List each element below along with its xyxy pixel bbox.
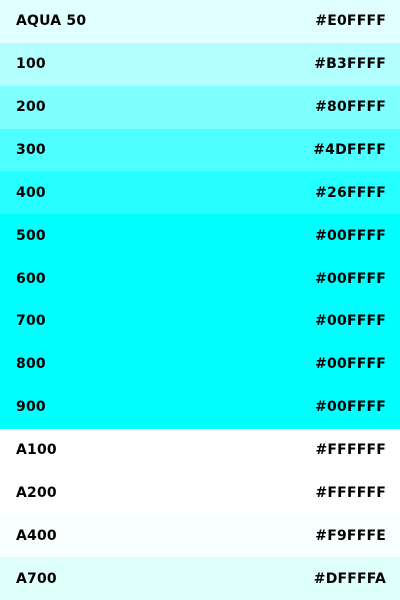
swatch-hex-value: #00FFFF [315,313,386,330]
color-swatch-row: A200 #FFFFFF [0,471,400,515]
swatch-shade-label: AQUA 50 [16,13,87,30]
swatch-shade-label: 800 [16,356,46,373]
color-palette: AQUA 50 #E0FFFF 100 #B3FFFF 200 #80FFFF 300 #4D… [0,0,400,600]
swatch-hex-value: #26FFFF [315,184,386,201]
swatch-shade-label: 500 [16,227,46,244]
color-swatch-row: 400 #26FFFF [0,171,400,215]
color-swatch-row: A400 #F9FFFE [0,514,400,558]
swatch-hex-value: #DFFFFA [313,570,386,587]
color-swatch-row: A100 #FFFFFF [0,428,400,472]
color-swatch-row: A700 #DFFFFA [0,557,400,600]
swatch-shade-label: A100 [16,442,57,459]
color-swatch-row: 100 #B3FFFF [0,42,400,86]
swatch-shade-label: A400 [16,527,57,544]
swatch-shade-label: 200 [16,99,46,116]
color-swatch-row: 600 #00FFFF [0,257,400,301]
color-swatch-row: 800 #00FFFF [0,342,400,386]
swatch-hex-value: #4DFFFF [313,142,386,158]
swatch-hex-value: #00FFFF [315,270,386,287]
swatch-shade-label: 300 [16,142,46,158]
swatch-hex-value: #E0FFFF [315,13,386,30]
swatch-shade-label: 700 [16,313,46,330]
color-swatch-row: 500 #00FFFF [0,214,400,258]
swatch-shade-label: 600 [16,270,46,287]
swatch-hex-value: #00FFFF [315,356,386,373]
swatch-hex-value: #00FFFF [315,227,386,244]
swatch-hex-value: #F9FFFE [315,527,386,544]
swatch-shade-label: 400 [16,184,46,201]
swatch-hex-value: #80FFFF [315,99,386,116]
swatch-shade-label: A700 [16,570,57,587]
swatch-shade-label: 900 [16,399,46,416]
swatch-hex-value: #FFFFFF [315,442,386,459]
swatch-hex-value: #B3FFFF [314,56,386,73]
swatch-shade-label: 100 [16,56,46,73]
swatch-shade-label: A200 [16,484,57,501]
color-swatch-row: 200 #80FFFF [0,85,400,129]
color-swatch-row: 900 #00FFFF [0,385,400,429]
color-swatch-row: 300 #4DFFFF [0,128,400,172]
color-swatch-row: AQUA 50 #E0FFFF [0,0,400,43]
swatch-hex-value: #00FFFF [315,399,386,416]
color-swatch-row: 700 #00FFFF [0,300,400,343]
swatch-hex-value: #FFFFFF [315,484,386,501]
